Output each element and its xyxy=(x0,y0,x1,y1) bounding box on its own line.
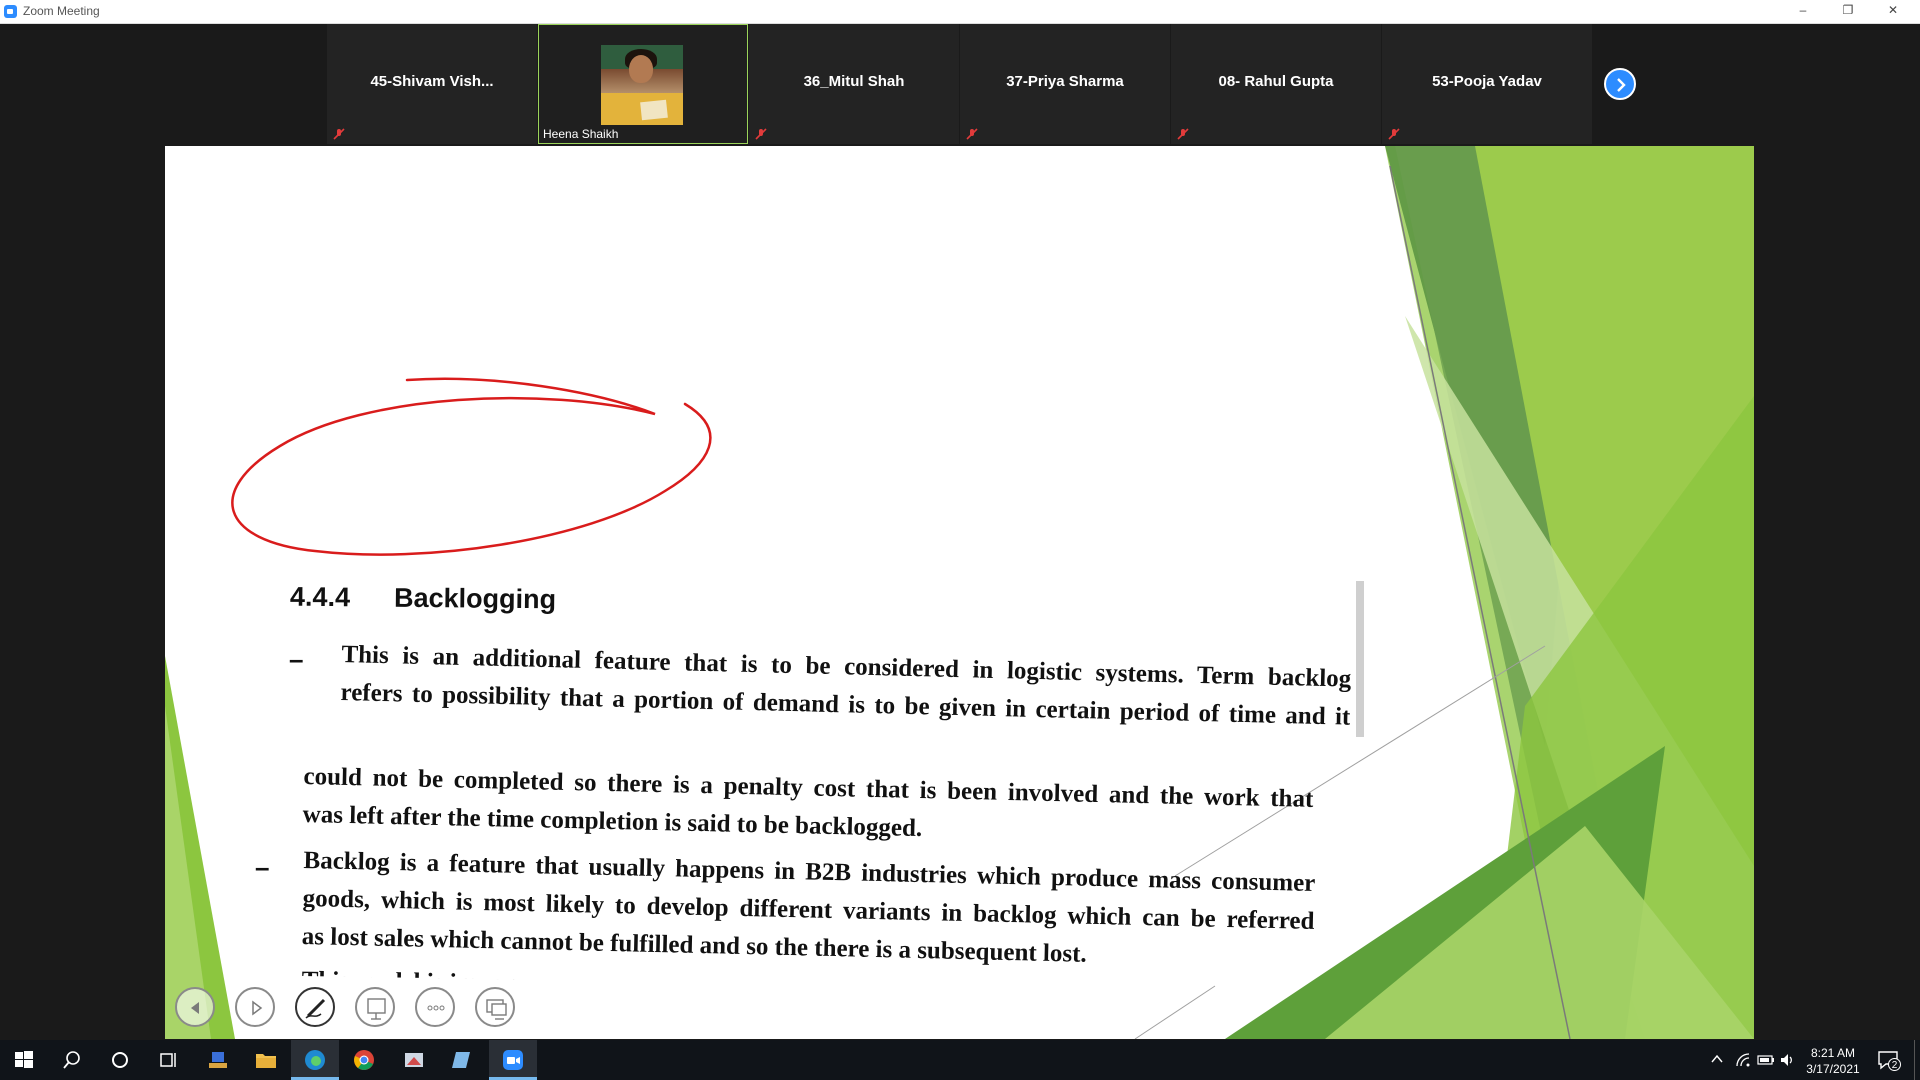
section-heading: 4.4.4 Backlogging xyxy=(290,582,556,616)
monitor-icon xyxy=(486,999,507,1020)
participant-name: 37-Priya Sharma xyxy=(1006,73,1124,90)
mic-muted-icon xyxy=(966,128,978,140)
chrome-button[interactable] xyxy=(340,1040,388,1080)
restore-button[interactable]: ❐ xyxy=(1826,0,1870,23)
presenter-view-button[interactable] xyxy=(355,987,395,1027)
paragraph-3: Backlog is a feature that usually happen… xyxy=(301,842,1316,979)
participant-name: 36_Mitul Shah xyxy=(803,73,905,90)
shared-screen-slide: 4.4.4 Backlogging – This is an additiona… xyxy=(165,146,1754,1039)
pen-icon xyxy=(305,998,326,1019)
participant-tile[interactable]: 37-Priya Sharma xyxy=(960,24,1170,144)
zoom-icon xyxy=(503,1050,523,1070)
section-number: 4.4.4 xyxy=(289,581,351,613)
mic-muted-icon xyxy=(333,128,345,140)
participant-strip: 45-Shivam Vish... Heena Shaikh 36_Mitul … xyxy=(327,24,1593,144)
chrome-icon xyxy=(354,1050,374,1070)
ellipsis-icon xyxy=(427,1005,445,1011)
notes-app-button[interactable] xyxy=(438,1040,486,1080)
show-hidden-icons-chevron-icon[interactable] xyxy=(1710,1052,1724,1066)
mic-muted-icon xyxy=(1388,128,1400,140)
arrow-left-icon xyxy=(191,1002,199,1014)
mic-muted-icon xyxy=(1177,128,1189,140)
zoom-app-icon xyxy=(4,5,17,18)
participant-tile-active-speaker[interactable]: Heena Shaikh xyxy=(538,24,748,144)
clock-date: 3/17/2021 xyxy=(1806,1062,1860,1076)
participant-tile[interactable]: 45-Shivam Vish... xyxy=(327,24,537,144)
snipping-tool-button[interactable] xyxy=(390,1040,438,1080)
section-title: Backlogging xyxy=(393,582,557,615)
participant-tile[interactable]: 36_Mitul Shah xyxy=(749,24,959,144)
wifi-icon[interactable] xyxy=(1735,1052,1751,1068)
title-bar: Zoom Meeting – ❐ ✕ xyxy=(0,0,1920,24)
network-app-button[interactable] xyxy=(194,1040,242,1080)
presentation-icon xyxy=(367,998,386,1020)
minimize-button[interactable]: – xyxy=(1781,0,1825,23)
network-app-icon xyxy=(209,1052,227,1068)
notification-center-button[interactable]: 2 xyxy=(1876,1048,1901,1072)
bullet-dash: – xyxy=(255,852,270,882)
edge-icon xyxy=(305,1050,325,1070)
window-title: Zoom Meeting xyxy=(23,4,100,18)
participant-video xyxy=(601,45,683,125)
volume-icon[interactable] xyxy=(1779,1052,1795,1068)
notes-icon xyxy=(452,1052,470,1068)
chevron-right-icon xyxy=(1617,78,1626,92)
participant-tile[interactable]: 53-Pooja Yadav xyxy=(1382,24,1592,144)
cortana-icon xyxy=(112,1052,128,1068)
pen-tool-button[interactable] xyxy=(295,987,335,1027)
task-view-icon xyxy=(160,1053,176,1067)
arrow-right-icon xyxy=(252,1000,263,1016)
clock-time: 8:21 AM xyxy=(1810,1046,1856,1060)
previous-slide-button[interactable] xyxy=(175,987,215,1027)
edge-button[interactable] xyxy=(291,1040,339,1080)
slideshow-controls xyxy=(175,987,515,1027)
participant-name: Heena Shaikh xyxy=(543,127,619,141)
snipping-tool-icon xyxy=(405,1053,423,1067)
next-participants-button[interactable] xyxy=(1604,68,1636,100)
system-clock[interactable]: 8:21 AM 3/17/2021 xyxy=(1798,1045,1868,1077)
display-settings-button[interactable] xyxy=(475,987,515,1027)
search-button[interactable] xyxy=(48,1040,96,1080)
mic-muted-icon xyxy=(755,128,767,140)
cortana-button[interactable] xyxy=(96,1040,144,1080)
file-explorer-button[interactable] xyxy=(242,1040,290,1080)
bullet-dash: – xyxy=(289,644,304,674)
battery-icon[interactable] xyxy=(1757,1053,1775,1067)
windows-taskbar: 8:21 AM 3/17/2021 2 xyxy=(0,1040,1920,1080)
task-view-button[interactable] xyxy=(144,1040,192,1080)
participant-name: 45-Shivam Vish... xyxy=(370,73,494,90)
participant-tile[interactable]: 08- Rahul Gupta xyxy=(1171,24,1381,144)
more-options-button[interactable] xyxy=(415,987,455,1027)
participant-name: 53-Pooja Yadav xyxy=(1432,73,1542,90)
start-button[interactable] xyxy=(0,1040,48,1080)
search-icon xyxy=(63,1051,80,1069)
windows-logo-icon xyxy=(15,1051,33,1068)
next-slide-button[interactable] xyxy=(235,987,275,1027)
zoom-taskbar-button[interactable] xyxy=(489,1040,537,1080)
close-button[interactable]: ✕ xyxy=(1871,0,1915,23)
folder-icon xyxy=(256,1054,276,1068)
participant-name: 08- Rahul Gupta xyxy=(1218,73,1334,90)
notification-count-badge: 2 xyxy=(1888,1058,1901,1071)
show-desktop-strip[interactable] xyxy=(1914,1040,1915,1080)
